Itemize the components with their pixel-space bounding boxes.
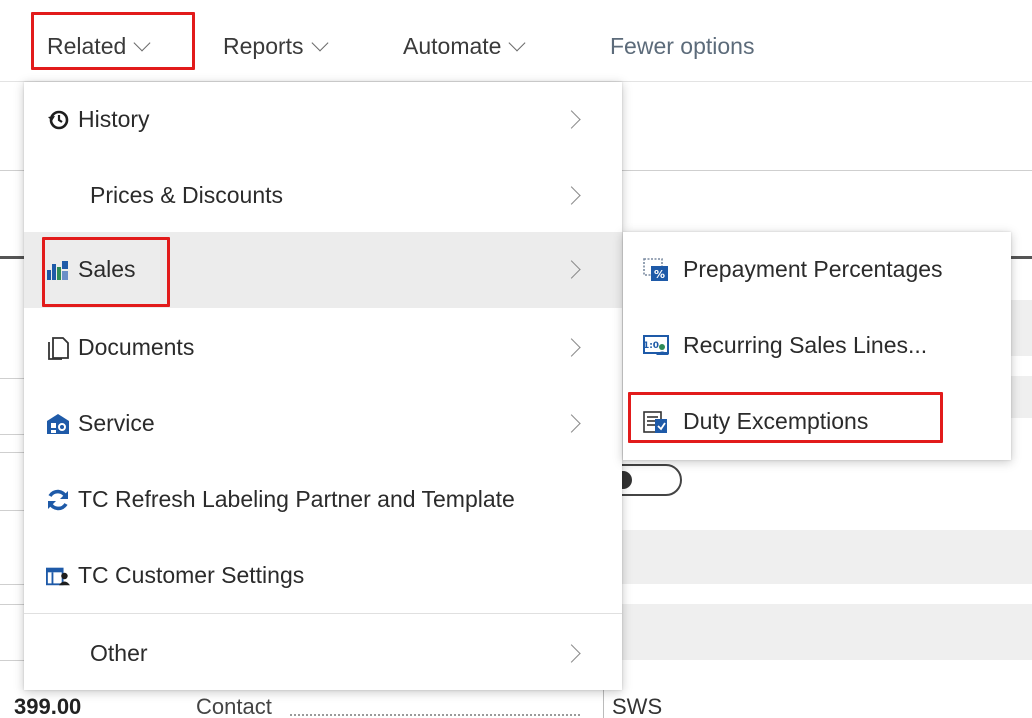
menu-item-label: Service: [78, 410, 155, 436]
menu-item-label: TC Refresh Labeling Partner and Template: [78, 486, 515, 512]
automate-menu-button[interactable]: Automate: [403, 28, 526, 64]
submenu-item-label: Prepayment Percentages: [683, 256, 943, 282]
menu-divider: [24, 613, 622, 614]
menu-item-tc-customer-settings[interactable]: TC Customer Settings: [24, 538, 622, 614]
menu-item-history[interactable]: History: [24, 82, 622, 158]
action-bar: Related Reports Automate Fewer options: [0, 0, 1032, 82]
refresh-icon: [46, 488, 70, 512]
divider: [0, 660, 24, 661]
page: 399.00 Contact SWS Related Reports Autom…: [0, 0, 1032, 718]
contact-value: SWS: [612, 694, 663, 718]
related-label: Related: [47, 32, 127, 59]
menu-item-label: Other: [90, 640, 148, 666]
menu-item-label: History: [78, 106, 150, 132]
submenu-item-duty-excemptions[interactable]: Duty Excemptions: [623, 384, 1011, 460]
field-row: [1011, 376, 1032, 418]
divider: [0, 510, 24, 511]
fewer-options-button[interactable]: Fewer options: [610, 28, 754, 64]
svg-text:%: %: [654, 268, 665, 281]
menu-item-documents[interactable]: Documents: [24, 310, 622, 386]
svg-text:1:0: 1:0: [643, 341, 659, 351]
chevron-down-icon: [508, 34, 526, 52]
amount-value: 399.00: [14, 694, 82, 718]
menu-item-label: TC Customer Settings: [78, 562, 305, 588]
chevron-down-icon: [311, 34, 329, 52]
menu-item-prices-discounts[interactable]: Prices & Discounts: [24, 158, 622, 234]
menu-item-label: Documents: [78, 334, 195, 360]
recurring-lines-icon: 1:0: [643, 334, 669, 358]
divider: [0, 452, 24, 453]
related-menu-button[interactable]: Related: [47, 28, 151, 64]
automate-label: Automate: [403, 32, 502, 59]
sales-icon: [46, 258, 70, 282]
reports-menu-button[interactable]: Reports: [223, 28, 329, 64]
field-row: [1011, 300, 1032, 356]
divider: [0, 378, 24, 379]
divider: [0, 434, 24, 435]
service-icon: [46, 412, 70, 436]
menu-item-service[interactable]: Service: [24, 386, 622, 462]
menu-item-tc-refresh-labeling[interactable]: TC Refresh Labeling Partner and Template: [24, 462, 622, 538]
section-rule: [1011, 256, 1032, 259]
chevron-right-icon: [562, 414, 581, 433]
fewer-options-label: Fewer options: [610, 32, 755, 59]
chevron-right-icon: [562, 338, 581, 357]
chevron-right-icon: [562, 260, 581, 279]
divider: [0, 604, 24, 605]
field-row: [622, 530, 1032, 584]
chevron-down-icon: [133, 34, 151, 52]
document-icon: [46, 336, 70, 360]
customer-settings-icon: [46, 564, 70, 588]
field-separator: [603, 690, 604, 718]
submenu-item-prepayment-percentages[interactable]: % Prepayment Percentages: [623, 232, 1011, 308]
submenu-item-label: Recurring Sales Lines...: [683, 332, 928, 358]
divider: [0, 584, 24, 585]
submenu-item-recurring-sales-lines[interactable]: 1:0 Recurring Sales Lines...: [623, 308, 1011, 384]
history-icon: [46, 108, 70, 132]
related-dropdown-menu: History Prices & Discounts Sales Documen…: [24, 82, 622, 690]
contact-label: Contact: [196, 694, 272, 718]
menu-item-sales[interactable]: Sales: [24, 232, 622, 308]
reports-label: Reports: [223, 32, 304, 59]
chevron-right-icon: [562, 644, 581, 663]
menu-item-other[interactable]: Other: [24, 616, 622, 692]
field-row: [622, 604, 1032, 660]
dot-leader: [290, 714, 580, 716]
submenu-item-label: Duty Excemptions: [683, 408, 869, 434]
sales-submenu: % Prepayment Percentages 1:0 Recurring S…: [623, 232, 1011, 460]
duty-exemptions-icon: [643, 410, 669, 434]
chevron-right-icon: [562, 186, 581, 205]
prepayment-icon: %: [643, 258, 669, 282]
section-rule: [0, 256, 24, 259]
menu-item-label: Sales: [78, 256, 136, 282]
menu-item-label: Prices & Discounts: [90, 182, 284, 208]
chevron-right-icon: [562, 110, 581, 129]
